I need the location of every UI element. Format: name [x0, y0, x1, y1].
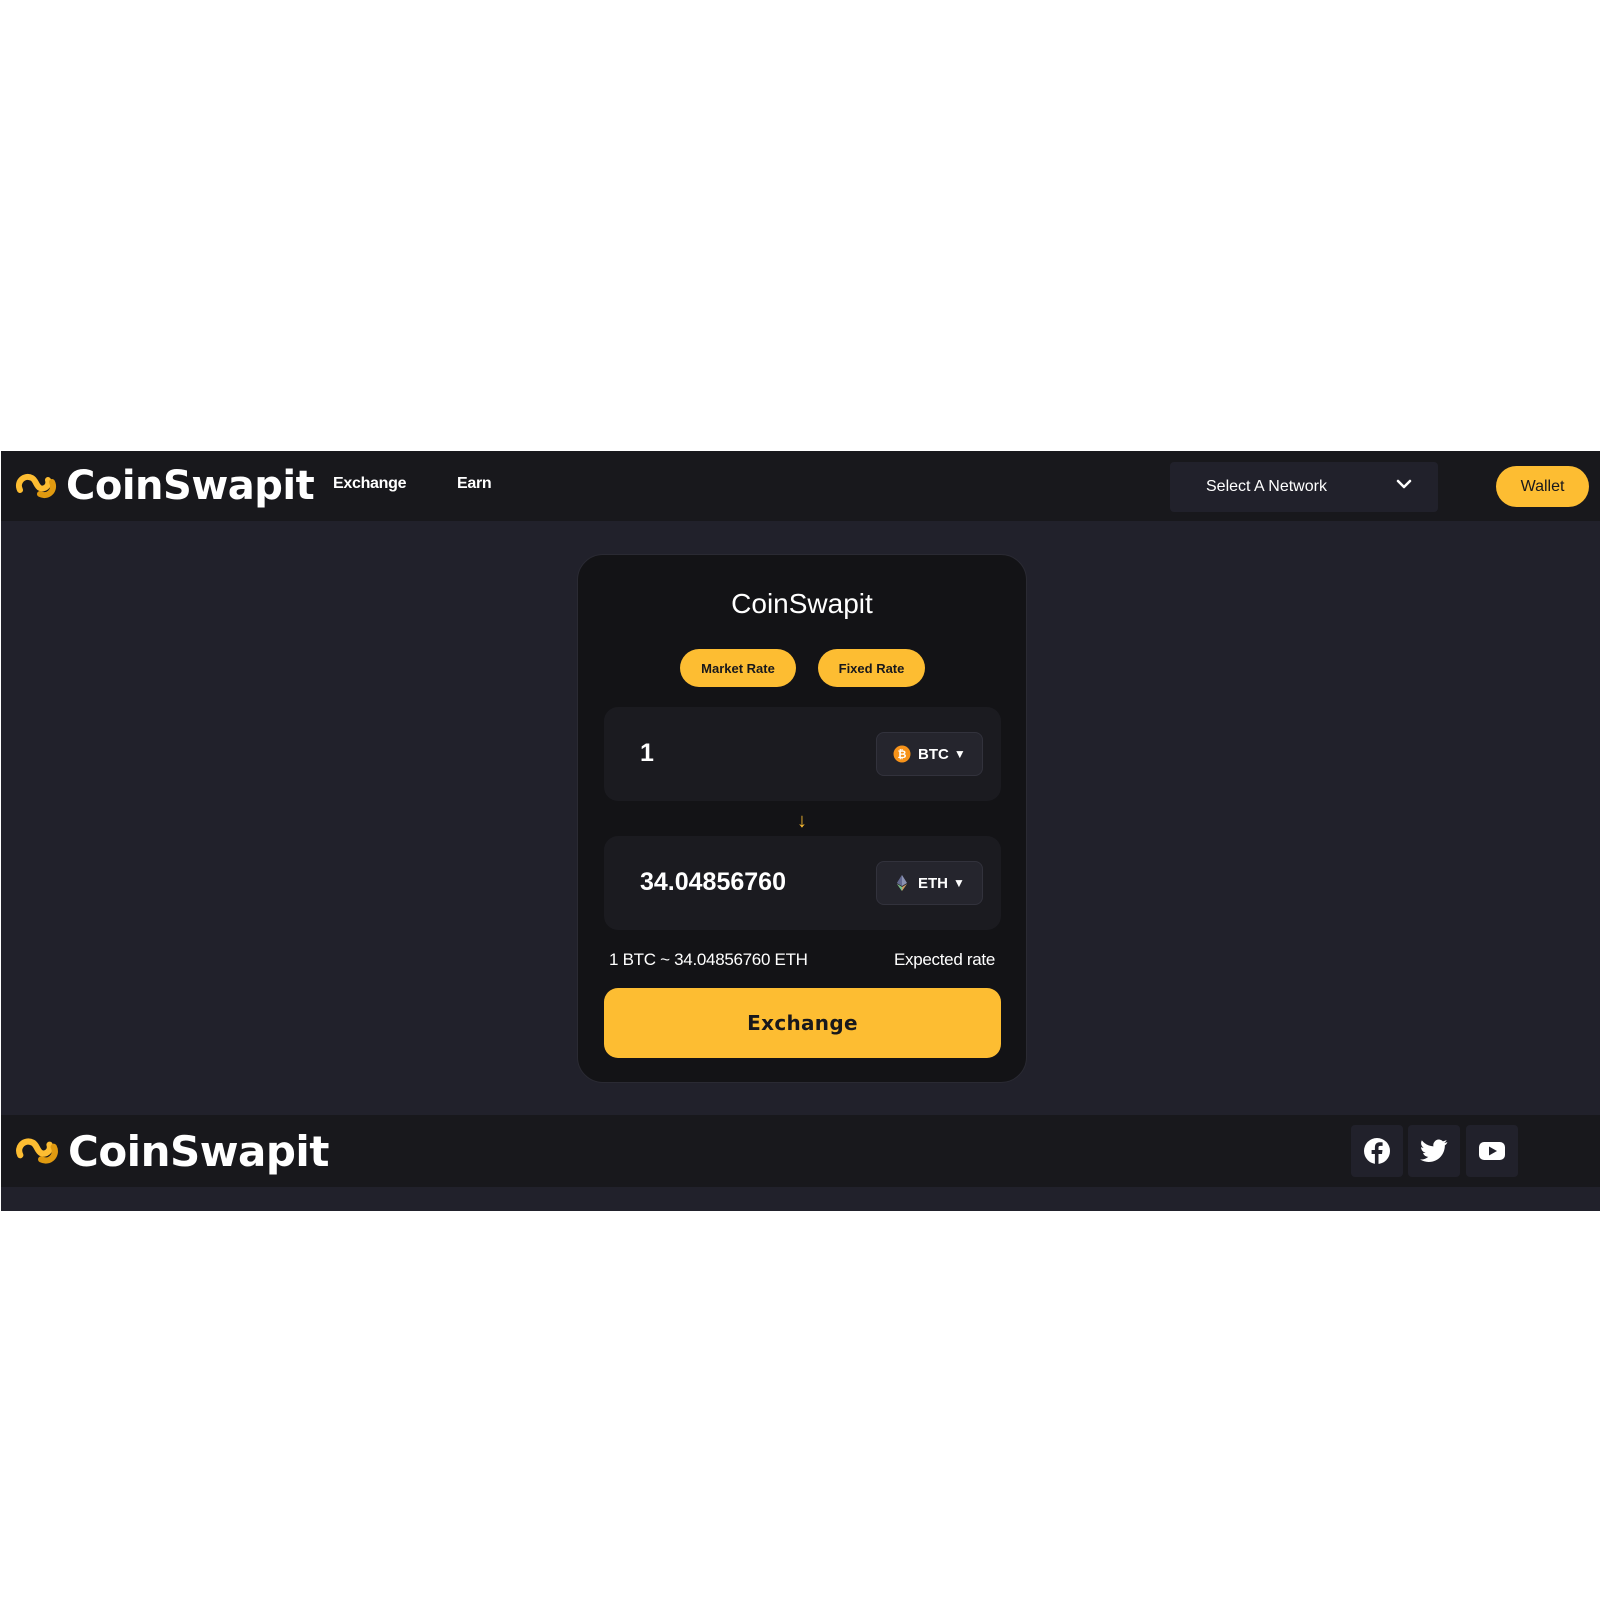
facebook-icon [1364, 1138, 1390, 1164]
ethereum-icon [897, 875, 907, 891]
twitter-link[interactable] [1408, 1125, 1460, 1177]
from-coin-label: BTC [918, 745, 949, 763]
exchange-button[interactable]: Exchange [604, 988, 1001, 1058]
expected-rate-label: Expected rate [894, 950, 995, 969]
brand-logo[interactable]: CoinSwapit [14, 461, 315, 511]
bitcoin-icon: ₿ [893, 745, 911, 763]
fixed-rate-button[interactable]: Fixed Rate [818, 649, 925, 687]
nav-earn[interactable]: Earn [457, 475, 492, 493]
app-window: CoinSwapit Exchange Earn Select A Networ… [1, 451, 1600, 1211]
footer: CoinSwapit [1, 1115, 1600, 1187]
card-title: CoinSwapit [731, 588, 873, 619]
caret-down-icon: ▼ [953, 876, 965, 890]
caret-down-icon: ▼ [953, 747, 966, 761]
network-select[interactable]: Select A Network [1170, 462, 1438, 512]
twitter-icon [1420, 1139, 1448, 1162]
network-select-label: Select A Network [1206, 478, 1327, 495]
to-amount-input[interactable] [640, 860, 860, 904]
from-coin-select[interactable]: ₿ BTC ▼ [876, 732, 983, 776]
brand-name: CoinSwapit [66, 463, 315, 509]
logo-icon [16, 474, 56, 498]
swap-arrow-icon: ↓ [797, 810, 807, 832]
exchange-card: CoinSwapit Market Rate Fixed Rate ₿ BTC … [577, 554, 1027, 1083]
market-rate-button[interactable]: Market Rate [680, 649, 796, 687]
youtube-icon [1479, 1142, 1505, 1160]
footer-logo[interactable]: CoinSwapit [14, 1126, 329, 1176]
facebook-link[interactable] [1351, 1125, 1403, 1177]
top-navbar: CoinSwapit Exchange Earn Select A Networ… [1, 451, 1600, 521]
svg-text:₿: ₿ [898, 748, 907, 761]
wallet-button[interactable]: Wallet [1496, 466, 1589, 507]
logo-icon [16, 1138, 58, 1164]
chevron-down-icon [1396, 479, 1412, 489]
to-coin-label: ETH [918, 874, 948, 892]
nav-exchange[interactable]: Exchange [333, 475, 406, 493]
to-coin-select[interactable]: ETH ▼ [876, 861, 983, 905]
rate-info: 1 BTC ~ 34.04856760 ETH [609, 950, 808, 969]
to-amount-box: ETH ▼ [604, 836, 1001, 930]
from-amount-box: ₿ BTC ▼ [604, 707, 1001, 801]
footer-brand-name: CoinSwapit [68, 1126, 329, 1176]
from-amount-input[interactable] [640, 731, 860, 775]
youtube-link[interactable] [1466, 1125, 1518, 1177]
